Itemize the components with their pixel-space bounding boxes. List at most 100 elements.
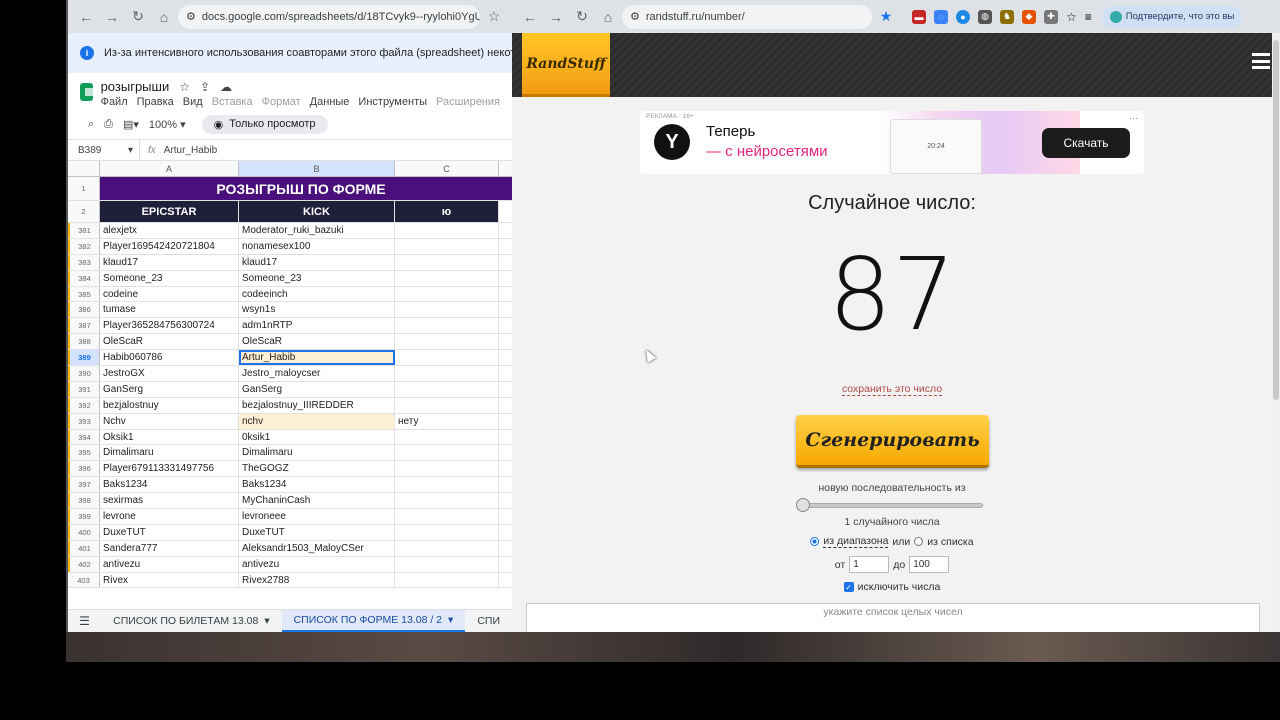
cell-c[interactable]	[395, 270, 499, 286]
cell-c[interactable]	[395, 254, 499, 270]
menu-data[interactable]: Данные	[310, 96, 350, 108]
row-number[interactable]: 395	[68, 445, 100, 461]
extension-icon[interactable]: ◌	[934, 9, 948, 24]
extension-icon[interactable]: ◍	[978, 9, 992, 24]
cell-c[interactable]	[395, 238, 499, 254]
tab-tickets[interactable]: СПИСОК ПО БИЛЕТАМ 13.08 ▾	[101, 610, 281, 632]
cell-c[interactable]	[395, 524, 499, 540]
cell-epicstar[interactable]: Sandera777	[100, 540, 239, 556]
row-number[interactable]: 382	[68, 238, 100, 254]
cell-c[interactable]	[395, 477, 499, 493]
cell-c[interactable]	[395, 397, 499, 413]
cell-kick[interactable]: levroneee	[239, 509, 395, 524]
row-number[interactable]: 401	[68, 540, 100, 556]
cell-epicstar[interactable]: Dimalimaru	[100, 445, 239, 461]
corner-cell[interactable]	[68, 161, 100, 176]
cell-epicstar[interactable]: tumase	[100, 302, 239, 318]
exclude-checkbox[interactable]: ✓	[843, 582, 854, 592]
cell-epicstar[interactable]: GanSerg	[100, 381, 239, 397]
media-icon[interactable]: ≡	[1085, 10, 1092, 24]
cell-kick[interactable]: 0ksik1	[239, 429, 395, 445]
row-number[interactable]: 397	[68, 477, 100, 493]
cell-c[interactable]	[395, 509, 499, 524]
cell-epicstar[interactable]: Rivex	[100, 572, 239, 588]
row-number[interactable]: 394	[68, 429, 100, 445]
row-number[interactable]: 383	[68, 254, 100, 270]
extension-icon[interactable]: ♞	[1000, 9, 1014, 24]
cell-epicstar[interactable]: alexjetx	[100, 223, 239, 238]
sheets-logo-icon[interactable]	[80, 83, 97, 101]
move-icon[interactable]: ⇪	[200, 80, 210, 94]
star-icon[interactable]: ☆	[1066, 10, 1077, 24]
col-header-b[interactable]: B	[239, 161, 395, 176]
cell-c[interactable]	[395, 318, 499, 334]
number-list-textarea[interactable]: укажите список целых чисел	[526, 603, 1260, 632]
cell-c[interactable]	[395, 572, 499, 588]
doc-title[interactable]: розыгрыши	[101, 79, 170, 94]
menu-file[interactable]: Файл	[101, 96, 128, 108]
cell-kick[interactable]: bezjalostnuy_IIIREDDER	[239, 397, 395, 413]
list-radio[interactable]	[914, 537, 924, 546]
cell-kick[interactable]: codeeinch	[239, 286, 395, 302]
tab-more[interactable]: СПИ	[465, 610, 512, 632]
row-number[interactable]: 403	[68, 572, 100, 588]
hamburger-icon[interactable]	[1252, 53, 1270, 69]
cell-epicstar[interactable]: Nchv	[100, 413, 239, 429]
col-header-a[interactable]: A	[100, 161, 239, 176]
cell-epicstar[interactable]: klaud17	[100, 254, 239, 270]
cell-epicstar[interactable]: DuxeTUT	[100, 524, 239, 540]
menu-insert[interactable]: Вставка	[212, 96, 253, 108]
print-icon[interactable]: ⎙	[104, 118, 113, 131]
site-info-icon[interactable]: ⚙	[630, 10, 640, 23]
cell-kick[interactable]: adm1nRTP	[239, 318, 395, 334]
cell-kick[interactable]: antivezu	[239, 556, 395, 572]
row-number[interactable]: 396	[68, 461, 100, 477]
row-number[interactable]: 387	[68, 318, 100, 334]
cell-epicstar[interactable]: Player679113331497756	[100, 461, 239, 477]
ad-more-icon[interactable]: ···	[1129, 113, 1138, 123]
save-number-link[interactable]: сохранить это число	[512, 383, 1272, 396]
cell-c[interactable]	[395, 540, 499, 556]
from-input[interactable]: 1	[849, 556, 890, 573]
cell-kick[interactable]: klaud17	[239, 254, 395, 270]
cell-kick[interactable]: nonamesex100	[239, 238, 395, 254]
list-label[interactable]: из списка	[927, 536, 973, 548]
cell-c[interactable]	[395, 493, 499, 509]
back-icon[interactable]: ←	[74, 5, 98, 29]
cell-c[interactable]	[395, 556, 499, 572]
row-number[interactable]: 400	[68, 524, 100, 540]
all-sheets-icon[interactable]: ☰	[68, 614, 101, 628]
name-box[interactable]: B389 ▾	[68, 140, 140, 160]
ad-banner[interactable]: РЕКЛАМА · 16+ Y Теперь — с нейросетями 2…	[640, 111, 1144, 174]
cell-kick[interactable]: Aleksandr1503_MaloyCSer	[239, 540, 395, 556]
cell-c[interactable]	[395, 334, 499, 350]
formula-value[interactable]: Artur_Habib	[164, 145, 217, 156]
range-radio[interactable]	[810, 537, 820, 546]
row-number[interactable]: 386	[68, 302, 100, 318]
puzzle-icon[interactable]: ✚	[1044, 9, 1058, 24]
cell-c[interactable]	[395, 302, 499, 318]
back-icon[interactable]: ←	[518, 5, 542, 29]
header-kick[interactable]: KICK	[239, 201, 395, 222]
menu-extensions[interactable]: Расширения	[436, 96, 500, 108]
cloud-icon[interactable]: ☁	[220, 80, 232, 94]
cell-c[interactable]	[395, 461, 499, 477]
row-number[interactable]: 2	[68, 201, 100, 222]
cell-c[interactable]	[395, 366, 499, 381]
menu-tools[interactable]: Инструменты	[358, 96, 427, 108]
row-number[interactable]: 1	[68, 177, 100, 200]
tab-form[interactable]: СПИСОК ПО ФОРМЕ 13.08 / 2 ▾	[281, 610, 466, 632]
sheets-address-bar[interactable]: ⚙ docs.google.com/spreadsheets/d/18TCvyk…	[178, 4, 480, 29]
row-number[interactable]: 388	[68, 334, 100, 350]
row-number[interactable]: 393	[68, 413, 100, 429]
header-epicstar[interactable]: EPICSTAR	[100, 201, 239, 222]
count-slider[interactable]	[802, 503, 983, 508]
extension-icon[interactable]: ●	[956, 9, 970, 24]
row-number[interactable]: 385	[68, 286, 100, 302]
cell-kick[interactable]: Artur_Habib	[239, 350, 395, 366]
format-icon[interactable]: ▤▾	[123, 118, 139, 131]
row-number[interactable]: 398	[68, 493, 100, 509]
cell-kick[interactable]: DuxeTUT	[239, 524, 395, 540]
cell-epicstar[interactable]: Player365284756300724	[100, 318, 239, 334]
cell-epicstar[interactable]: Oksik1	[100, 429, 239, 445]
